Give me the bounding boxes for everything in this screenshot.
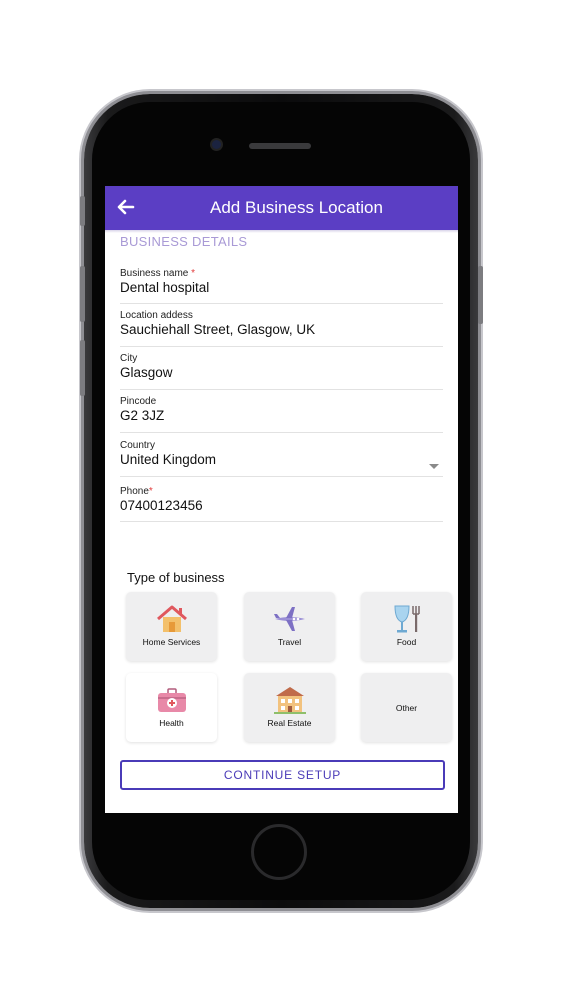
tile-label: Food bbox=[396, 637, 417, 647]
building-icon bbox=[274, 687, 306, 714]
business-type-food[interactable]: Food bbox=[361, 592, 452, 661]
tile-label: Travel bbox=[277, 637, 302, 647]
app-screen: Add Business Location BUSINESS DETAILS B… bbox=[105, 186, 458, 813]
airplane-icon bbox=[274, 607, 305, 631]
business-type-travel[interactable]: Travel bbox=[244, 592, 335, 661]
location-address-label: Location addess bbox=[120, 310, 193, 321]
business-type-title: Type of business bbox=[127, 570, 225, 585]
dropdown-caret-icon[interactable] bbox=[429, 464, 439, 469]
continue-setup-button[interactable]: CONTINUE SETUP bbox=[120, 760, 445, 790]
phone-field[interactable]: Phone* 07400123456 bbox=[120, 486, 443, 522]
country-value: United Kingdom bbox=[120, 452, 217, 467]
medical-kit-icon bbox=[158, 688, 186, 712]
tile-label: Real Estate bbox=[267, 718, 312, 728]
tile-label: Other bbox=[395, 703, 418, 713]
business-name-label: Business name * bbox=[120, 268, 443, 279]
business-name-field[interactable]: Business name * Dental hospital bbox=[120, 268, 443, 304]
page-title: Add Business Location bbox=[210, 198, 383, 217]
app-bar-shadow bbox=[105, 230, 458, 233]
app-bar: Add Business Location bbox=[105, 186, 458, 230]
phone-label: Phone* bbox=[120, 486, 443, 497]
volume-up-button bbox=[80, 266, 85, 322]
business-type-health[interactable]: Health bbox=[126, 673, 217, 742]
pincode-value: G2 3JZ bbox=[120, 408, 165, 423]
earpiece-speaker bbox=[249, 143, 311, 149]
business-name-label-text: Business name bbox=[120, 268, 189, 279]
glass-fork-icon bbox=[394, 605, 420, 633]
country-select[interactable]: Country United Kingdom bbox=[120, 440, 443, 477]
city-label: City bbox=[120, 353, 138, 364]
pincode-field[interactable]: Pincode G2 3JZ bbox=[120, 396, 443, 433]
business-type-real-estate[interactable]: Real Estate bbox=[244, 673, 335, 742]
country-label: Country bbox=[120, 440, 156, 451]
volume-down-button bbox=[80, 340, 85, 396]
mute-switch bbox=[80, 196, 85, 226]
section-title: BUSINESS DETAILS bbox=[120, 234, 248, 249]
required-marker: * bbox=[191, 268, 196, 279]
business-name-value: Dental hospital bbox=[120, 280, 210, 295]
pincode-label: Pincode bbox=[120, 396, 157, 407]
power-button bbox=[478, 266, 483, 324]
business-type-home-services[interactable]: Home Services bbox=[126, 592, 217, 661]
city-value: Glasgow bbox=[120, 365, 173, 380]
front-camera bbox=[212, 140, 221, 149]
tile-label: Health bbox=[159, 718, 184, 728]
home-button[interactable] bbox=[251, 824, 307, 880]
business-type-other[interactable]: Other bbox=[361, 673, 452, 742]
location-address-field[interactable]: Location addess Sauchiehall Street, Glas… bbox=[120, 310, 443, 347]
city-field[interactable]: City Glasgow bbox=[120, 353, 443, 390]
stage: Add Business Location BUSINESS DETAILS B… bbox=[0, 0, 563, 1000]
phone-value: 07400123456 bbox=[120, 498, 203, 513]
phone-label-text: Phone bbox=[120, 486, 149, 497]
location-address-value: Sauchiehall Street, Glasgow, UK bbox=[120, 322, 316, 337]
tile-label: Home Services bbox=[142, 637, 201, 647]
required-marker: * bbox=[148, 486, 153, 497]
house-icon bbox=[157, 605, 187, 632]
